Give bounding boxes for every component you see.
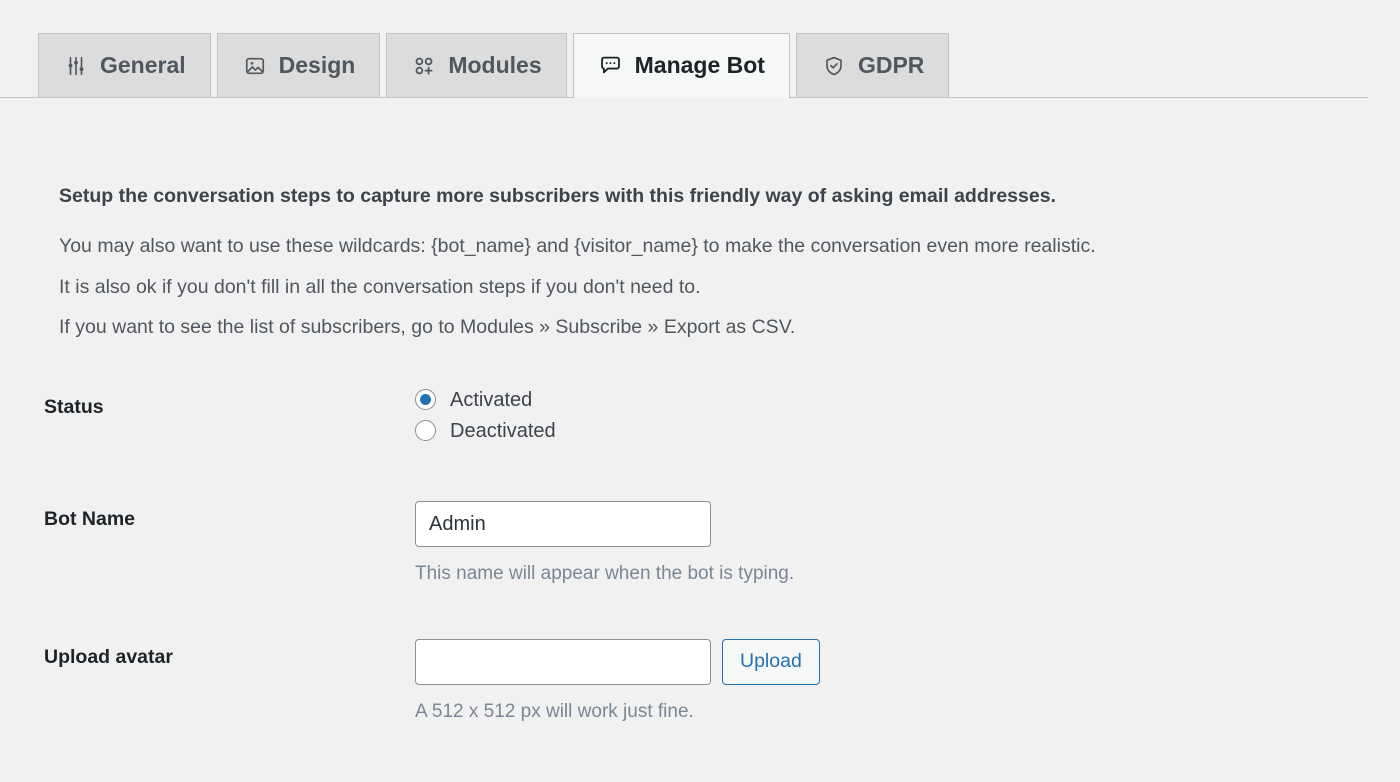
tab-modules-label: Modules: [448, 52, 542, 78]
sliders-icon: [63, 53, 89, 79]
status-label: Status: [44, 396, 104, 419]
intro-block: Setup the conversation steps to capture …: [0, 98, 1400, 341]
tab-gdpr[interactable]: GDPR: [795, 33, 950, 97]
tab-manage-bot[interactable]: Manage Bot: [572, 33, 790, 98]
intro-title: Setup the conversation steps to capture …: [59, 185, 1056, 207]
form-row-bot-name: Bot Name This name will appear when the …: [0, 501, 1400, 587]
tab-design-label: Design: [278, 52, 356, 78]
tab-manage-bot-label: Manage Bot: [634, 52, 765, 78]
form-row-upload-avatar: Upload avatar Upload A 512 x 512 px will…: [0, 638, 1400, 725]
intro-wildcards-line: You may also want to use these wildcards…: [59, 235, 1096, 258]
upload-avatar-field: Upload A 512 x 512 px will work just fin…: [415, 638, 1400, 725]
bot-name-label: Bot Name: [44, 508, 136, 531]
image-icon: [242, 53, 268, 79]
manage-bot-form: Status Activated Deactivated Bot Name Th…: [0, 341, 1400, 724]
radio-activated[interactable]: Activated: [415, 388, 1400, 411]
settings-tab-bar: General Design Modules Manage Bot GDPR: [0, 33, 1368, 98]
radio-activated-mark[interactable]: [415, 389, 436, 411]
bot-name-field: This name will appear when the bot is ty…: [415, 501, 1400, 587]
intro-export-line: If you want to see the list of subscribe…: [59, 315, 796, 338]
tab-gdpr-label: GDPR: [857, 52, 925, 78]
upload-avatar-label: Upload avatar: [44, 645, 173, 668]
avatar-path-input[interactable]: [415, 638, 711, 685]
bot-name-help: This name will appear when the bot is ty…: [415, 563, 795, 585]
tab-general-label: General: [100, 52, 186, 78]
status-field: Activated Deactivated: [415, 389, 1400, 451]
radio-activated-label: Activated: [450, 388, 533, 411]
upload-avatar-controls: Upload: [415, 638, 1400, 685]
intro-optional-line: It is also ok if you don't fill in all t…: [59, 275, 701, 298]
form-row-status: Status Activated Deactivated: [0, 389, 1400, 451]
tab-design[interactable]: Design: [216, 33, 381, 97]
speech-bubble-icon: [598, 53, 624, 79]
radio-deactivated-mark[interactable]: [415, 420, 436, 442]
upload-button[interactable]: Upload: [722, 638, 820, 685]
tab-general[interactable]: General: [38, 33, 211, 97]
radio-deactivated-label: Deactivated: [450, 419, 556, 442]
bot-name-input[interactable]: [415, 501, 711, 548]
modules-grid-icon: [411, 53, 437, 79]
manage-bot-panel: Setup the conversation steps to capture …: [0, 98, 1400, 724]
shield-check-icon: [821, 53, 847, 79]
upload-avatar-help: A 512 x 512 px will work just fine.: [415, 700, 694, 722]
radio-deactivated[interactable]: Deactivated: [415, 419, 1400, 442]
tab-modules[interactable]: Modules: [386, 33, 567, 97]
